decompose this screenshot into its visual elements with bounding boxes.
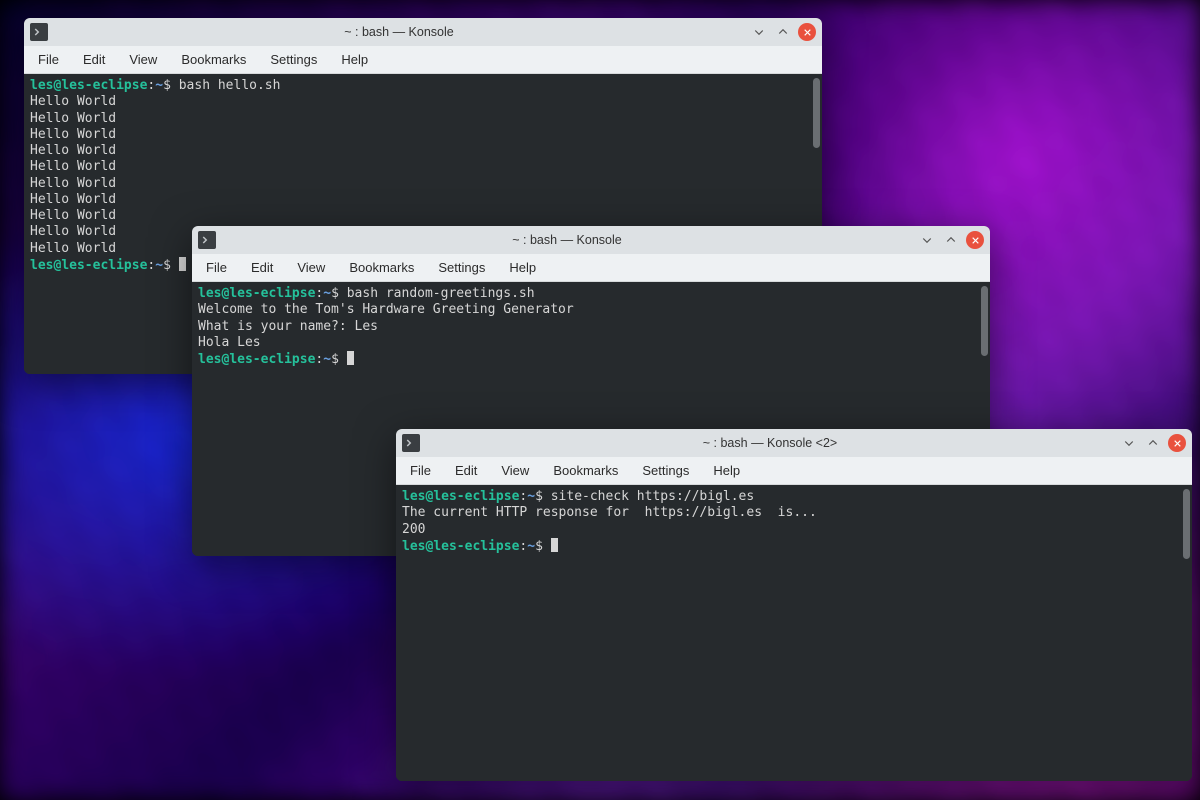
- scrollbar-thumb[interactable]: [981, 286, 988, 356]
- titlebar[interactable]: ~ : bash — Konsole: [192, 226, 990, 254]
- scrollbar-thumb[interactable]: [1183, 489, 1190, 559]
- minimize-button[interactable]: [1120, 434, 1138, 452]
- titlebar[interactable]: ~ : bash — Konsole <2>: [396, 429, 1192, 457]
- menu-settings[interactable]: Settings: [426, 256, 497, 279]
- menu-view[interactable]: View: [489, 459, 541, 482]
- konsole-window-3[interactable]: ~ : bash — Konsole <2> File Edit View Bo…: [396, 429, 1192, 781]
- window-title: ~ : bash — Konsole <2>: [426, 436, 1114, 450]
- menu-view[interactable]: View: [285, 256, 337, 279]
- menu-view[interactable]: View: [117, 48, 169, 71]
- menu-settings[interactable]: Settings: [630, 459, 701, 482]
- maximize-button[interactable]: [774, 23, 792, 41]
- menubar: File Edit View Bookmarks Settings Help: [396, 457, 1192, 485]
- titlebar[interactable]: ~ : bash — Konsole: [24, 18, 822, 46]
- window-title: ~ : bash — Konsole: [222, 233, 912, 247]
- maximize-button[interactable]: [942, 231, 960, 249]
- maximize-button[interactable]: [1144, 434, 1162, 452]
- menu-file[interactable]: File: [194, 256, 239, 279]
- menu-bookmarks[interactable]: Bookmarks: [337, 256, 426, 279]
- window-controls: [750, 23, 816, 41]
- menubar: File Edit View Bookmarks Settings Help: [24, 46, 822, 74]
- menu-bookmarks[interactable]: Bookmarks: [169, 48, 258, 71]
- menu-file[interactable]: File: [398, 459, 443, 482]
- menubar: File Edit View Bookmarks Settings Help: [192, 254, 990, 282]
- menu-file[interactable]: File: [26, 48, 71, 71]
- window-controls: [1120, 434, 1186, 452]
- menu-help[interactable]: Help: [497, 256, 548, 279]
- menu-help[interactable]: Help: [701, 459, 752, 482]
- menu-edit[interactable]: Edit: [71, 48, 117, 71]
- close-button[interactable]: [1168, 434, 1186, 452]
- close-button[interactable]: [798, 23, 816, 41]
- menu-help[interactable]: Help: [329, 48, 380, 71]
- konsole-app-icon: [30, 23, 48, 41]
- minimize-button[interactable]: [918, 231, 936, 249]
- menu-settings[interactable]: Settings: [258, 48, 329, 71]
- konsole-app-icon: [198, 231, 216, 249]
- scrollbar-thumb[interactable]: [813, 78, 820, 148]
- window-controls: [918, 231, 984, 249]
- konsole-app-icon: [402, 434, 420, 452]
- close-button[interactable]: [966, 231, 984, 249]
- terminal[interactable]: les@les-eclipse:~$ site-check https://bi…: [396, 485, 1192, 781]
- menu-bookmarks[interactable]: Bookmarks: [541, 459, 630, 482]
- menu-edit[interactable]: Edit: [443, 459, 489, 482]
- minimize-button[interactable]: [750, 23, 768, 41]
- menu-edit[interactable]: Edit: [239, 256, 285, 279]
- window-title: ~ : bash — Konsole: [54, 25, 744, 39]
